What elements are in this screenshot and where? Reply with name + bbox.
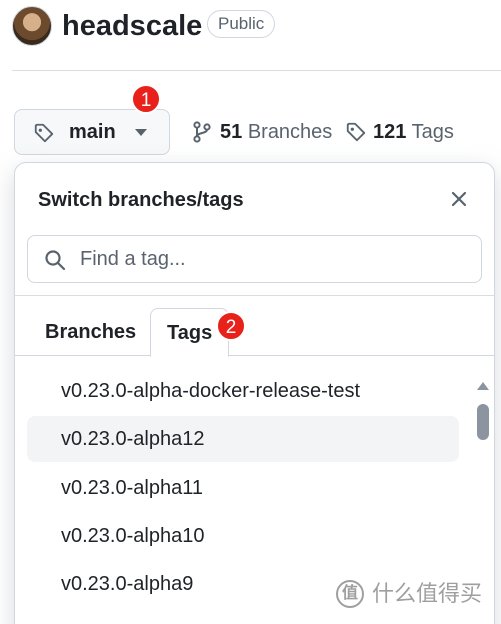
tab-bar: Branches Tags (15, 308, 494, 357)
tab-branches[interactable]: Branches (29, 308, 152, 356)
watermark-text: 什么值得买 (372, 582, 483, 607)
tag-search-field[interactable] (27, 235, 482, 283)
current-branch-label: main (69, 121, 116, 143)
avatar[interactable] (12, 6, 52, 46)
chevron-down-icon (135, 129, 147, 136)
branch-tag-dropdown: Switch branches/tags Branches Tags v0.23… (14, 162, 495, 624)
branches-count-link[interactable]: 51 Branches (192, 118, 337, 146)
visibility-badge: Public (207, 10, 276, 38)
git-branch-icon (193, 121, 211, 143)
dropdown-title: Switch branches/tags (38, 189, 244, 211)
list-item[interactable]: v0.23.0-alpha10 (27, 513, 459, 559)
scroll-up-icon[interactable] (477, 382, 489, 390)
annotation-badge-2: 2 (216, 311, 246, 341)
list-item[interactable]: v0.23.0-alpha12 (27, 416, 459, 462)
panel-divider (15, 295, 494, 296)
tag-icon (34, 123, 54, 143)
scroll-thumb[interactable] (477, 404, 489, 440)
list-item[interactable]: v0.23.0-alpha-docker-release-test (27, 368, 459, 414)
tags-label: Tags (411, 121, 454, 143)
branches-count: 51 (220, 121, 243, 143)
header-divider (12, 70, 501, 71)
tag-icon (346, 122, 366, 142)
tags-count: 121 (373, 121, 407, 143)
annotation-badge-1: 1 (131, 84, 161, 114)
tags-count-link[interactable]: 121 Tags (345, 118, 457, 146)
branches-label: Branches (247, 121, 333, 143)
close-icon[interactable] (445, 185, 473, 213)
list-item[interactable]: v0.23.0-alpha11 (27, 465, 459, 511)
branch-selector-button[interactable]: main (14, 109, 170, 155)
watermark-logo: 值 (336, 580, 364, 608)
repo-header: headscale Public (0, 0, 501, 72)
search-icon (45, 250, 66, 271)
repo-name[interactable]: headscale (62, 6, 202, 46)
tag-search-input[interactable] (80, 244, 470, 274)
watermark: 值 什么值得买 (336, 578, 496, 618)
